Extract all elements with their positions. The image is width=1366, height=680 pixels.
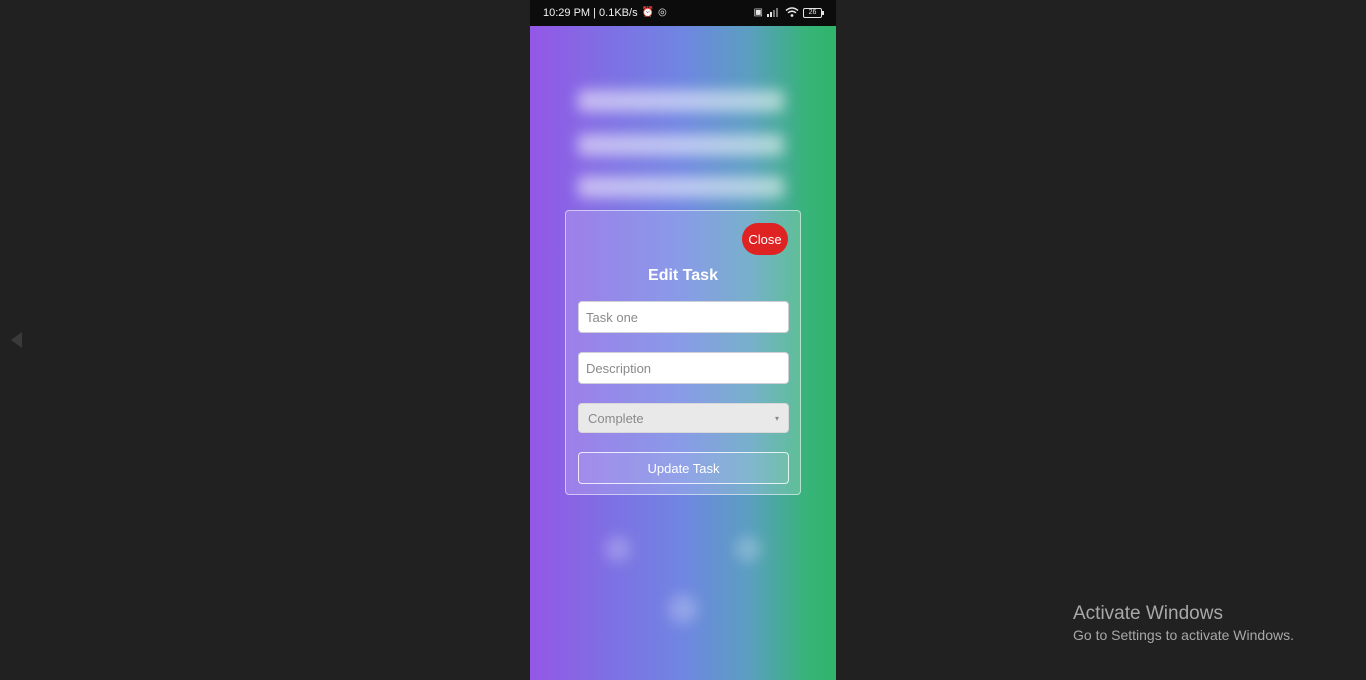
desktop: 10:29 PM | 0.1KB/s ⏰ ◎ ▣ 26 Close Edit T… (0, 0, 1366, 680)
status-bar: 10:29 PM | 0.1KB/s ⏰ ◎ ▣ 26 (530, 0, 836, 26)
app-background: Close Edit Task Complete ▾ Update Task (530, 26, 836, 680)
update-task-button[interactable]: Update Task (578, 452, 789, 484)
watermark-subtitle: Go to Settings to activate Windows. (1073, 627, 1294, 643)
sync-icon: ◎ (658, 7, 667, 18)
watermark-title: Activate Windows (1073, 603, 1223, 624)
status-right: ▣ 26 (753, 6, 824, 20)
collapse-arrow-icon[interactable] (11, 332, 22, 348)
status-left: 10:29 PM | 0.1KB/s ⏰ ◎ (543, 7, 667, 19)
close-button[interactable]: Close (742, 223, 788, 255)
blurred-blob (735, 536, 761, 562)
task-name-input[interactable] (578, 301, 789, 333)
blurred-row (578, 134, 784, 156)
blurred-blob (605, 536, 631, 562)
status-select[interactable]: Complete ▾ (578, 403, 789, 433)
chevron-down-icon: ▾ (774, 413, 779, 423)
description-input[interactable] (578, 352, 789, 384)
alarm-off-icon: ⏰ (641, 7, 655, 18)
battery-icon: 26 (803, 8, 824, 18)
phone-screen: 10:29 PM | 0.1KB/s ⏰ ◎ ▣ 26 Close Edit T… (530, 0, 836, 680)
blurred-blob (668, 594, 698, 624)
activate-windows-watermark: Activate Windows Go to Settings to activ… (1073, 603, 1294, 645)
wifi-icon (785, 6, 799, 20)
edit-task-modal: Close Edit Task Complete ▾ Update Task (565, 210, 801, 495)
status-select-value: Complete (588, 410, 644, 426)
signal-4g-icon (767, 7, 781, 20)
blurred-row (578, 176, 784, 198)
modal-title: Edit Task (648, 267, 718, 284)
status-time-speed: 10:29 PM | 0.1KB/s (543, 7, 638, 19)
nfc-icon: ▣ (753, 7, 763, 18)
blurred-row (578, 90, 784, 112)
battery-level: 26 (808, 9, 817, 16)
